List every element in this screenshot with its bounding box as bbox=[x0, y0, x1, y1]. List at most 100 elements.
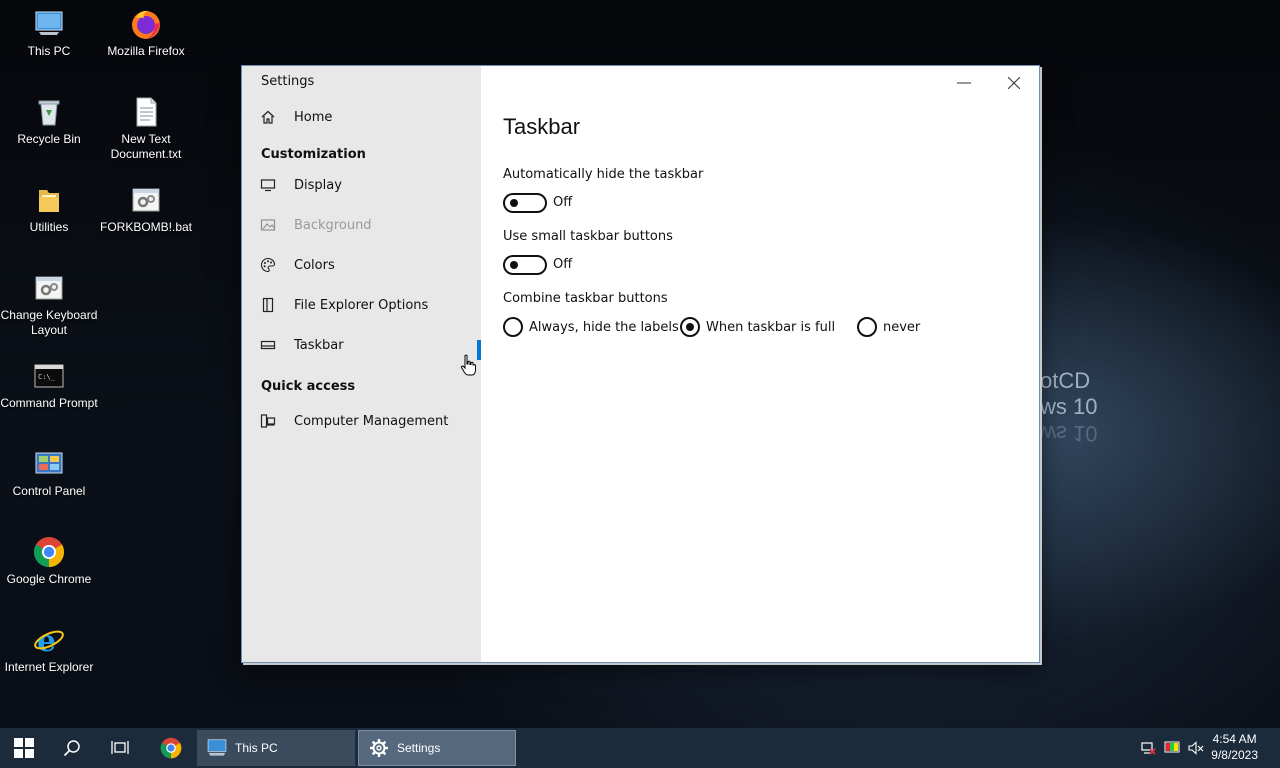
auto-hide-state: Off bbox=[553, 195, 573, 210]
close-button[interactable] bbox=[991, 72, 1037, 94]
desktop-icon-label: Control Panel bbox=[12, 484, 86, 498]
wallpaper-text-reflection: ws 10 bbox=[1040, 421, 1098, 446]
nav-item-taskbar[interactable]: Taskbar bbox=[242, 325, 481, 365]
desktop-icon-label: Internet Explorer bbox=[4, 660, 94, 674]
folder-icon bbox=[33, 184, 65, 216]
nav-item-label: File Explorer Options bbox=[294, 297, 429, 313]
radio-always-hide-labels[interactable]: Always, hide the labels bbox=[503, 317, 679, 337]
nav-item-label: Home bbox=[294, 109, 333, 125]
picture-icon bbox=[242, 217, 294, 233]
computer-icon bbox=[33, 8, 65, 40]
gear-script-icon bbox=[130, 184, 162, 216]
search-icon bbox=[63, 740, 80, 757]
minimize-button[interactable] bbox=[941, 72, 987, 94]
page-title: Taskbar bbox=[503, 114, 581, 139]
combine-label: Combine taskbar buttons bbox=[503, 291, 668, 306]
desktop-icon-label: Command Prompt bbox=[0, 396, 98, 410]
desktop-icon-forkbomb-bat[interactable]: FORKBOMB!.bat bbox=[97, 184, 195, 235]
control-panel-icon bbox=[33, 448, 65, 480]
network-disconnected-icon[interactable] bbox=[1136, 740, 1160, 756]
clock-date: 9/8/2023 bbox=[1211, 748, 1258, 762]
display-color-icon[interactable] bbox=[1160, 740, 1184, 756]
desktop-icon-new-text-document[interactable]: New Text Document.txt bbox=[97, 96, 195, 162]
nav-item-label: Computer Management bbox=[294, 413, 449, 429]
nav-item-home[interactable]: Home bbox=[242, 97, 481, 137]
task-view-button[interactable] bbox=[96, 728, 144, 768]
radio-label: Always, hide the labels bbox=[529, 319, 679, 335]
radio-circle-selected bbox=[680, 317, 700, 337]
start-button[interactable] bbox=[0, 728, 48, 768]
folder-options-icon bbox=[242, 297, 294, 313]
section-quick-access: Quick access bbox=[261, 379, 356, 394]
desktop-icon-mozilla-firefox[interactable]: Mozilla Firefox bbox=[97, 8, 195, 59]
wallpaper-text-line-2: ws 10 bbox=[1040, 394, 1098, 419]
minimize-icon bbox=[957, 82, 971, 84]
nav-item-computer-management[interactable]: Computer Management bbox=[242, 401, 481, 441]
system-tray bbox=[1136, 728, 1208, 768]
desktop-icon-google-chrome[interactable]: Google Chrome bbox=[0, 536, 98, 587]
nav-item-background[interactable]: Background bbox=[242, 205, 481, 245]
radio-label: When taskbar is full bbox=[706, 319, 836, 335]
small-buttons-state: Off bbox=[553, 257, 573, 272]
desktop-icon-recycle-bin[interactable]: Recycle Bin bbox=[0, 96, 98, 147]
taskbar-app-label: This PC bbox=[235, 741, 278, 755]
volume-muted-icon[interactable] bbox=[1184, 740, 1208, 756]
desktop-icon-utilities[interactable]: Utilities bbox=[0, 184, 98, 235]
settings-content: Taskbar Automatically hide the taskbar O… bbox=[481, 66, 1039, 662]
close-icon bbox=[1008, 77, 1020, 89]
text-file-icon bbox=[130, 96, 162, 128]
desktop-icon-change-keyboard-layout[interactable]: Change Keyboard Layout bbox=[0, 272, 98, 338]
taskbar-app-this-pc[interactable]: This PC bbox=[197, 730, 355, 766]
nav-item-label: Taskbar bbox=[294, 337, 344, 353]
task-view-icon bbox=[111, 741, 129, 754]
monitor-icon bbox=[242, 177, 294, 193]
desktop-icon-label: New Text Document.txt bbox=[110, 132, 182, 161]
radio-label: never bbox=[883, 319, 921, 335]
settings-window: Settings Home Customization Display Back… bbox=[241, 65, 1040, 663]
desktop-icon-label: Recycle Bin bbox=[17, 132, 81, 146]
firefox-icon bbox=[130, 8, 162, 40]
gear-script-icon bbox=[33, 272, 65, 304]
gear-icon bbox=[367, 738, 391, 758]
nav-item-label: Display bbox=[294, 177, 342, 193]
nav-item-label: Background bbox=[294, 217, 372, 233]
auto-hide-label: Automatically hide the taskbar bbox=[503, 167, 704, 182]
terminal-icon: C:\_ bbox=[33, 360, 65, 392]
desktop-icon-this-pc[interactable]: This PC bbox=[0, 8, 98, 59]
desktop-icon-label: Google Chrome bbox=[6, 572, 92, 586]
desktop-icon-label: FORKBOMB!.bat bbox=[99, 220, 193, 234]
taskbar: This PC Settings 4:54 AM 9/8/2023 bbox=[0, 728, 1280, 768]
taskbar-icon bbox=[242, 337, 294, 353]
search-button[interactable] bbox=[48, 728, 96, 768]
svg-text:e: e bbox=[37, 624, 56, 656]
radio-never[interactable]: never bbox=[857, 317, 920, 337]
toggle-knob bbox=[510, 261, 518, 269]
computer-management-icon bbox=[242, 413, 294, 429]
internet-explorer-icon: e bbox=[33, 624, 65, 659]
desktop-icon-command-prompt[interactable]: C:\_ Command Prompt bbox=[0, 360, 98, 411]
nav-item-colors[interactable]: Colors bbox=[242, 245, 481, 285]
settings-sidebar: Settings Home Customization Display Back… bbox=[242, 66, 481, 662]
desktop-icon-control-panel[interactable]: Control Panel bbox=[0, 448, 98, 499]
home-icon bbox=[242, 109, 294, 125]
radio-when-taskbar-full[interactable]: When taskbar is full bbox=[680, 317, 835, 337]
desktop-icon-label: Change Keyboard Layout bbox=[0, 308, 98, 337]
radio-circle bbox=[857, 317, 877, 337]
nav-item-display[interactable]: Display bbox=[242, 165, 481, 205]
small-buttons-toggle[interactable] bbox=[503, 255, 547, 275]
auto-hide-toggle[interactable] bbox=[503, 193, 547, 213]
taskbar-chrome-button[interactable] bbox=[147, 728, 195, 768]
svg-text:C:\_: C:\_ bbox=[38, 373, 56, 381]
windows-logo-icon bbox=[14, 738, 34, 758]
clock-time: 4:54 AM bbox=[1212, 732, 1257, 746]
desktop-icon-label: Utilities bbox=[29, 220, 69, 234]
section-customization: Customization bbox=[261, 147, 366, 162]
nav-item-file-explorer-options[interactable]: File Explorer Options bbox=[242, 285, 481, 325]
nav-item-label: Colors bbox=[294, 257, 335, 273]
chrome-icon bbox=[33, 536, 65, 568]
wallpaper-text: otCD ws 10 ws 10 bbox=[1040, 368, 1097, 446]
taskbar-app-settings[interactable]: Settings bbox=[358, 730, 516, 766]
desktop-icon-internet-explorer[interactable]: e Internet Explorer bbox=[0, 624, 98, 675]
desktop-icon-label: This PC bbox=[27, 44, 71, 58]
clock[interactable]: 4:54 AM 9/8/2023 bbox=[1211, 731, 1258, 763]
